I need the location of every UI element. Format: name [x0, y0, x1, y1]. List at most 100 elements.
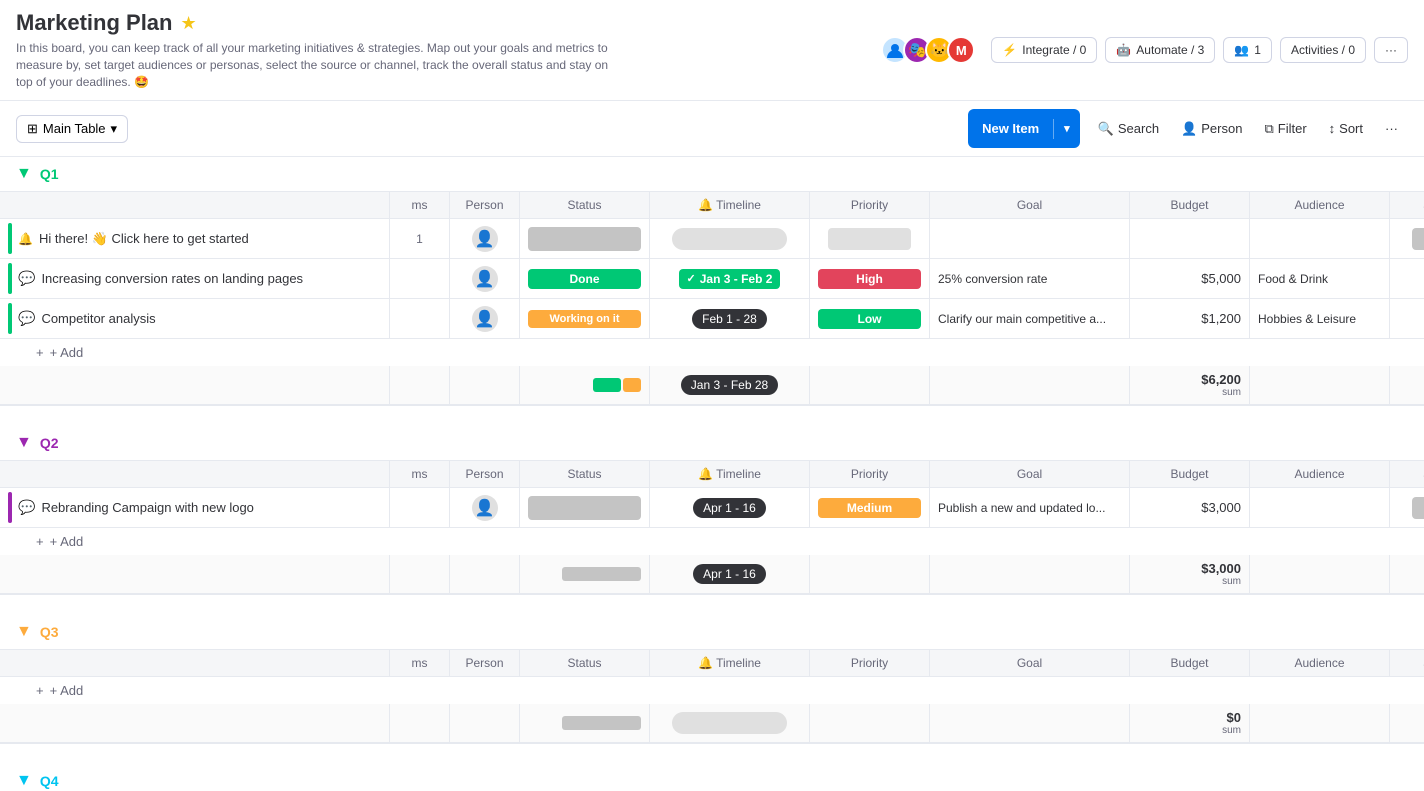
sum-cell-audience-q1 [1250, 366, 1390, 404]
col-source: Source / Channel [1390, 192, 1424, 218]
main-table-button[interactable]: ⊞ Main Table ▾ [16, 115, 128, 143]
person-avatar-q2-1: 👤 [472, 495, 498, 521]
new-item-label[interactable]: New Item [968, 115, 1053, 142]
table-row: 🔔 Hi there! 👋 Click here to get started … [0, 219, 1424, 259]
cell-priority-2[interactable]: High [810, 259, 930, 298]
sum-cell-person-q1 [450, 366, 520, 404]
cell-person-3[interactable]: 👤 [450, 299, 520, 338]
cell-status-q2-1[interactable] [520, 488, 650, 527]
sum-cell-goal-q1 [930, 366, 1130, 404]
cell-audience-2: Food & Drink [1250, 259, 1390, 298]
search-icon: 🔍 [1098, 121, 1114, 137]
cell-status-1[interactable] [520, 219, 650, 258]
status-bars-q1 [593, 378, 641, 392]
cell-goal-1 [930, 219, 1130, 258]
col-source-q3: Source / Channel [1390, 650, 1424, 676]
cell-priority-1[interactable] [810, 219, 930, 258]
integrate-button[interactable]: ⚡ Integrate / 0 [991, 37, 1097, 63]
q3-add-row[interactable]: + + Add [0, 677, 1424, 704]
cell-audience-q2-1 [1250, 488, 1390, 527]
col-ms-q3: ms [390, 650, 450, 676]
header-more-button[interactable]: ··· [1374, 37, 1408, 63]
summary-timeline-q2: Apr 1 - 16 [693, 564, 766, 584]
sum-cell-source-q3 [1390, 704, 1424, 742]
cell-person-2[interactable]: 👤 [450, 259, 520, 298]
cell-status-3[interactable]: Working on it [520, 299, 650, 338]
star-icon[interactable]: ★ [180, 13, 196, 34]
cell-timeline-3[interactable]: Feb 1 - 28 [650, 299, 810, 338]
search-label: Search [1118, 121, 1159, 136]
automate-icon: 🤖 [1116, 43, 1131, 57]
sum-cell-person-q2 [450, 555, 520, 593]
col-timeline-q3: 🔔 Timeline [650, 650, 810, 676]
source-empty-1 [1412, 228, 1424, 250]
avatar-4: M [947, 36, 975, 64]
person-button[interactable]: 👤 Person [1171, 116, 1252, 142]
cell-source-2[interactable]: Youtube [1390, 259, 1424, 298]
sum-cell-priority-q3 [810, 704, 930, 742]
row-border-q2-1 [8, 492, 12, 523]
avatars: 🎭 🐱 M [887, 36, 975, 64]
q2-add-row[interactable]: + + Add [0, 528, 1424, 555]
cell-timeline-1[interactable] [650, 219, 810, 258]
cell-goal-q2-1: Publish a new and updated lo... [930, 488, 1130, 527]
cell-source-3[interactable]: Instagram [1390, 299, 1424, 338]
col-audience-q3: Audience [1250, 650, 1390, 676]
automate-button[interactable]: 🤖 Automate / 3 [1105, 37, 1215, 63]
cell-timeline-2[interactable]: ✓ Jan 3 - Feb 2 [650, 259, 810, 298]
cell-source-1 [1390, 219, 1424, 258]
main-table-label: Main Table [43, 121, 106, 136]
budget-sum-label-q2: sum [1222, 576, 1241, 587]
group-q2-chevron[interactable]: ▼ [16, 434, 32, 452]
timeline-empty-q3 [672, 712, 786, 734]
group-q4-label: Q4 [40, 773, 59, 789]
budget-sum-label-q1: sum [1222, 387, 1241, 398]
cell-person-q2-1[interactable]: 👤 [450, 488, 520, 527]
priority-badge-3: Low [818, 309, 921, 329]
cell-status-2[interactable]: Done [520, 259, 650, 298]
col-ms: ms [390, 192, 450, 218]
status-badge-1 [528, 227, 641, 251]
item-name-2[interactable]: Increasing conversion rates on landing p… [41, 271, 303, 286]
cell-priority-q2-1[interactable]: Medium [810, 488, 930, 527]
search-button[interactable]: 🔍 Search [1088, 116, 1169, 142]
col-goal-q2: Goal [930, 461, 1130, 487]
goal-text-3: Clarify our main competitive a... [938, 312, 1106, 326]
cell-person-1[interactable]: 👤 [450, 219, 520, 258]
members-button[interactable]: 👥 1 [1223, 37, 1272, 63]
toolbar-more-button[interactable]: ··· [1375, 116, 1408, 141]
cell-timeline-q2-1[interactable]: Apr 1 - 16 [650, 488, 810, 527]
board-title: Marketing Plan [16, 10, 172, 36]
filter-button[interactable]: ⧉ Filter [1254, 116, 1316, 142]
cell-source-q2-1 [1390, 488, 1424, 527]
sum-cell-audience-q3 [1250, 704, 1390, 742]
group-q3-label: Q3 [40, 624, 59, 640]
sum-cell-timeline-q3 [650, 704, 810, 742]
col-name-q2 [0, 461, 390, 487]
cell-name-q2-1: 💬 Rebranding Campaign with new logo [0, 488, 390, 527]
group-q3-chevron[interactable]: ▼ [16, 623, 32, 641]
item-name-1[interactable]: Hi there! 👋 Click here to get started [39, 231, 249, 247]
table-row-q2-1: 💬 Rebranding Campaign with new logo 👤 Ap… [0, 488, 1424, 528]
item-name-3[interactable]: Competitor analysis [41, 311, 155, 326]
header-more-icon: ··· [1385, 43, 1397, 57]
budget-sum-val-q3: $0 [1227, 710, 1241, 725]
col-status-q2: Status [520, 461, 650, 487]
members-icon: 👥 [1234, 43, 1249, 57]
board-content: ▼ Q1 ms Person Status 🔔 Timeline Priorit… [0, 157, 1424, 791]
add-label-q1: + Add [50, 345, 84, 360]
sum-cell-audience-q2 [1250, 555, 1390, 593]
activities-button[interactable]: Activities / 0 [1280, 37, 1366, 63]
new-item-dropdown-icon[interactable]: ▾ [1054, 116, 1080, 141]
new-item-button-group[interactable]: New Item ▾ [968, 109, 1080, 148]
toolbar-more-icon: ··· [1385, 121, 1398, 136]
cell-priority-3[interactable]: Low [810, 299, 930, 338]
q1-add-row[interactable]: + + Add [0, 339, 1424, 366]
item-name-q2-1[interactable]: Rebranding Campaign with new logo [41, 500, 253, 515]
group-q1-chevron[interactable]: ▼ [16, 165, 32, 183]
q1-col-headers: ms Person Status 🔔 Timeline Priority Goa… [0, 191, 1424, 219]
group-q4-chevron[interactable]: ▼ [16, 772, 32, 790]
sum-cell-person-q3 [450, 704, 520, 742]
sort-button[interactable]: ↕ Sort [1319, 116, 1373, 141]
sum-cell-timeline-q1: Jan 3 - Feb 28 [650, 366, 810, 404]
